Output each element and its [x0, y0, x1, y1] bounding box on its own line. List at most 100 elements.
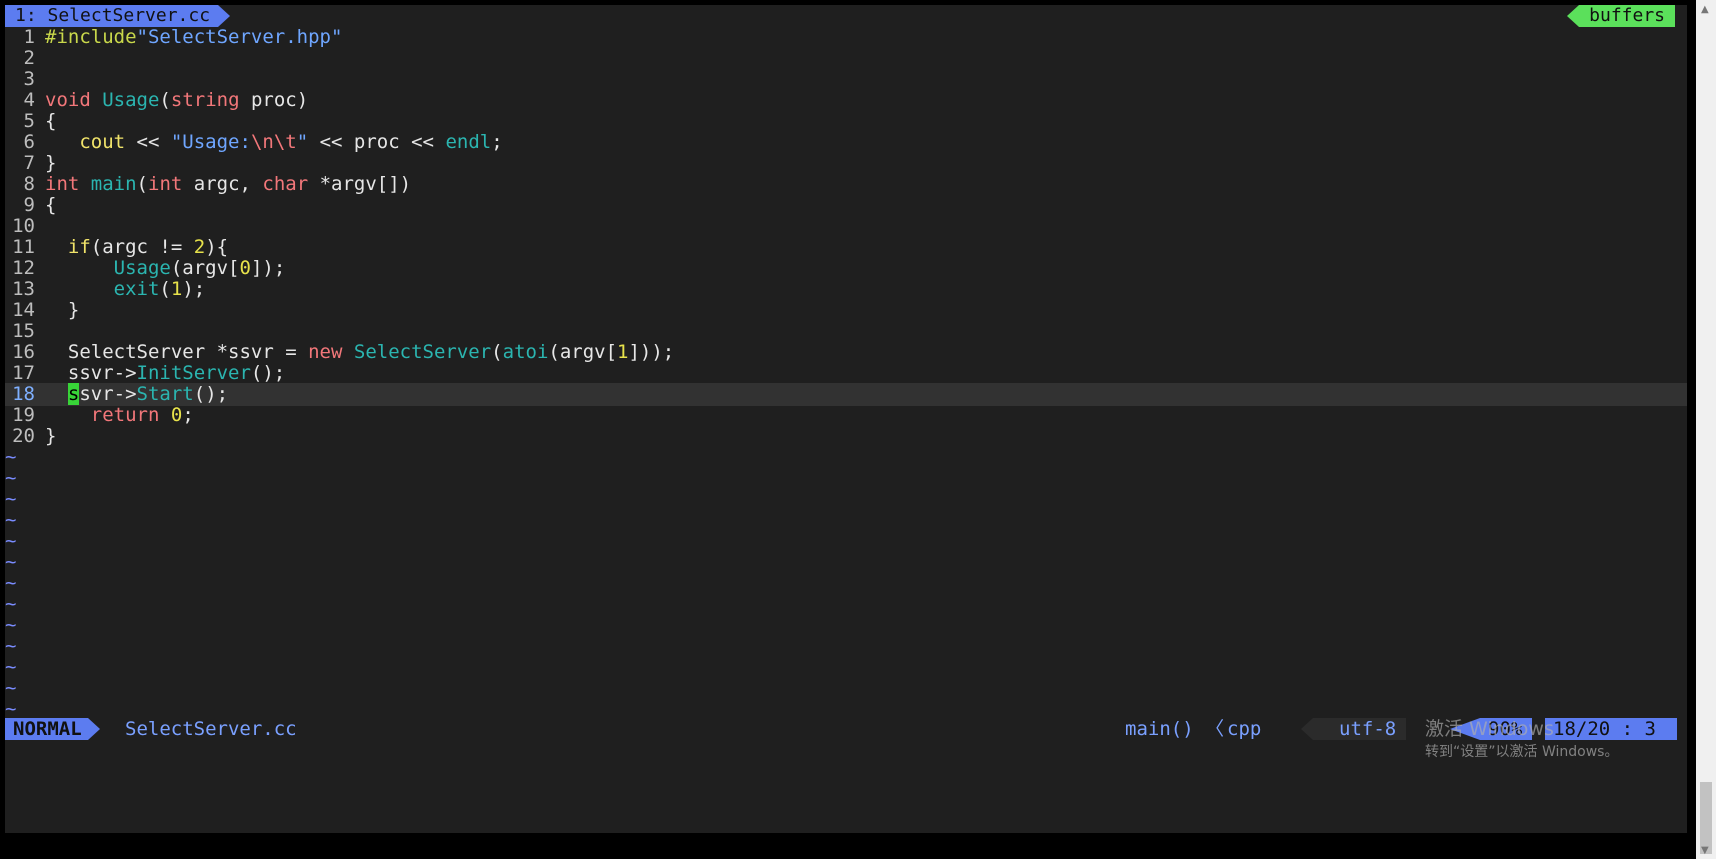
- function-name: main(): [1125, 718, 1194, 740]
- code-token: ": [296, 131, 309, 153]
- line-number: 4: [23, 89, 35, 111]
- code-token: );: [182, 278, 206, 300]
- code-line[interactable]: 12 Usage(argv[0]);: [5, 257, 1687, 280]
- line-number: 8: [23, 173, 35, 195]
- code-token: if: [67, 236, 91, 258]
- code-token: exit: [113, 278, 160, 300]
- code-token: \n\t: [250, 131, 297, 153]
- status-cursor-position: 18/20 : 3: [1545, 718, 1677, 740]
- line-code: {: [45, 110, 56, 133]
- line-code: SelectServer *ssvr = new SelectServer(at…: [45, 341, 674, 364]
- line-number: 6: [23, 131, 35, 153]
- code-line[interactable]: 15: [5, 320, 1687, 343]
- line-code: exit(1);: [45, 278, 206, 301]
- code-line[interactable]: 14 }: [5, 299, 1687, 322]
- code-token: }: [45, 299, 80, 321]
- code-line[interactable]: 18 ssvr->Start();: [5, 383, 1687, 406]
- code-line[interactable]: 1 #include"SelectServer.hpp": [5, 26, 1687, 49]
- line-code: Usage(argv[0]);: [45, 257, 286, 280]
- line-code: void Usage(string proc): [45, 89, 308, 112]
- code-line[interactable]: 8 int main(int argc, char *argv[]): [5, 173, 1687, 196]
- line-number: 16: [12, 341, 35, 363]
- code-token: (argv[: [170, 257, 240, 279]
- code-token: "SelectServer.hpp": [136, 26, 343, 48]
- code-token: }: [45, 425, 57, 447]
- status-filename: SelectServer.cc: [125, 718, 297, 740]
- code-token: (: [136, 173, 148, 195]
- scrollbar-thumb[interactable]: [1700, 782, 1712, 854]
- empty-line-tilde: ~: [5, 677, 17, 699]
- code-line[interactable]: 4 void Usage(string proc): [5, 89, 1687, 112]
- line-number: 17: [12, 362, 35, 384]
- code-token: ]);: [250, 257, 286, 279]
- code-line[interactable]: 7}: [5, 152, 1687, 175]
- code-line[interactable]: 3: [5, 68, 1687, 91]
- code-line[interactable]: 9{: [5, 194, 1687, 217]
- line-number: 18: [12, 383, 35, 405]
- code-token: cout: [79, 131, 126, 153]
- line-number: 1: [23, 26, 35, 48]
- chevron-left-icon: 〈: [1205, 718, 1225, 740]
- windows-activation-watermark-subtitle: 转到“设置”以激活 Windows。: [1425, 744, 1619, 760]
- vim-window[interactable]: 1: SelectServer.cc buffers 1 #include"Sel…: [5, 5, 1687, 833]
- code-line[interactable]: 17 ssvr->InitServer();: [5, 362, 1687, 385]
- scroll-down-arrow-icon[interactable]: ▼: [1701, 845, 1709, 856]
- code-token: (argc !=: [90, 236, 194, 258]
- empty-line-tilde: ~: [5, 572, 17, 594]
- code-token: ();: [193, 383, 229, 405]
- empty-line-tilde: ~: [5, 530, 17, 552]
- line-code: {: [45, 194, 56, 217]
- code-token: "Usage:: [170, 131, 251, 153]
- code-line[interactable]: 5{: [5, 110, 1687, 133]
- scroll-up-arrow-icon[interactable]: ▲: [1701, 4, 1709, 15]
- line-number: 14: [12, 299, 35, 321]
- mode-indicator: NORMAL: [5, 718, 88, 740]
- windows-activation-watermark-title: 激活 Windows: [1425, 718, 1554, 740]
- code-line[interactable]: 2: [5, 47, 1687, 70]
- code-token: new: [308, 341, 343, 363]
- code-token: 0: [170, 404, 183, 426]
- status-encoding: utf-8: [1313, 718, 1407, 740]
- line-number: 15: [12, 320, 35, 342]
- code-token: 0: [239, 257, 251, 279]
- code-token: (: [159, 89, 171, 111]
- code-token: #include: [45, 26, 137, 48]
- code-line[interactable]: 16 SelectServer *ssvr = new SelectServer…: [5, 341, 1687, 364]
- code-token: <<: [125, 131, 171, 153]
- code-token: SelectServer: [353, 341, 492, 363]
- line-code: cout << "Usage:\n\t" << proc << endl;: [45, 131, 502, 154]
- code-token: int: [45, 173, 80, 195]
- code-token: string: [170, 89, 240, 111]
- line-code: }: [45, 299, 79, 322]
- line-number: 7: [23, 152, 35, 174]
- code-token: endl: [445, 131, 492, 153]
- code-line[interactable]: 11 if(argc != 2){: [5, 236, 1687, 259]
- code-token: svr->: [79, 383, 137, 405]
- code-token: Usage: [113, 257, 171, 279]
- status-function: main() 〈: [1125, 718, 1224, 740]
- text-cursor: s: [67, 383, 80, 405]
- code-line[interactable]: 10: [5, 215, 1687, 238]
- code-token: atoi: [502, 341, 549, 363]
- line-number: 13: [12, 278, 35, 300]
- code-token: SelectServer *ssvr =: [45, 341, 309, 363]
- vertical-scrollbar[interactable]: ▲ ▼: [1696, 0, 1716, 859]
- line-number: 10: [12, 215, 35, 237]
- code-token: void: [45, 89, 91, 111]
- buffers-label[interactable]: buffers: [1579, 5, 1675, 27]
- line-code: ssvr->InitServer();: [45, 362, 285, 385]
- code-line[interactable]: 13 exit(1);: [5, 278, 1687, 301]
- code-token: (: [159, 278, 171, 300]
- code-line[interactable]: 6 cout << "Usage:\n\t" << proc << endl;: [5, 131, 1687, 154]
- status-filetype: cpp: [1227, 718, 1262, 740]
- code-line[interactable]: 20}: [5, 425, 1687, 448]
- code-token: argc,: [182, 173, 263, 195]
- mode-arrow-separator: [88, 718, 100, 740]
- code-line[interactable]: 19 return 0;: [5, 404, 1687, 427]
- tab-selectserver-cc[interactable]: 1: SelectServer.cc: [5, 5, 219, 27]
- line-code: ssvr->Start();: [45, 383, 228, 406]
- line-code: #include"SelectServer.hpp": [45, 26, 342, 49]
